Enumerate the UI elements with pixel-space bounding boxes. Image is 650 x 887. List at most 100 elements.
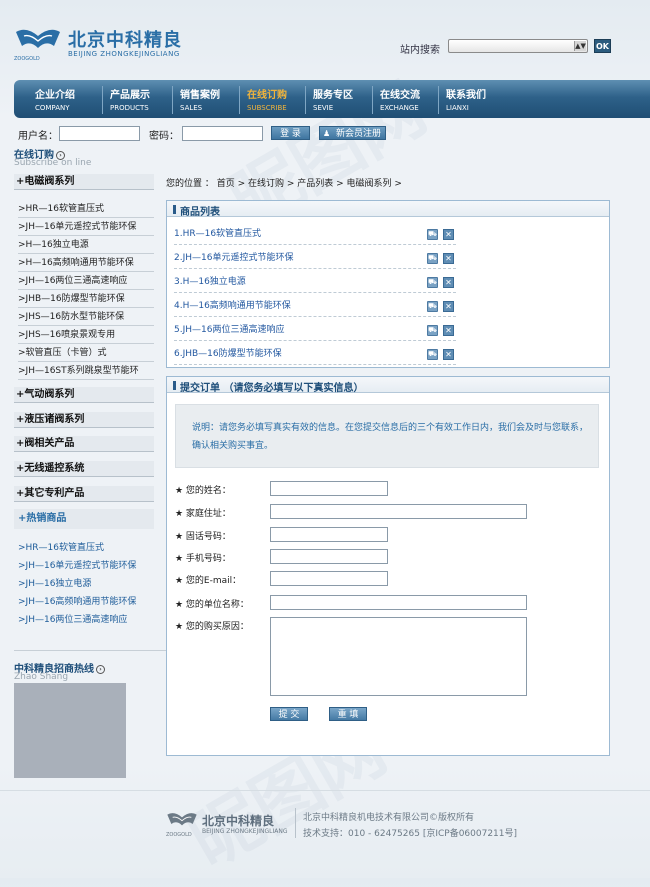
order-title: 提交订单 xyxy=(180,383,220,394)
cart-icon[interactable]: ⛟ xyxy=(427,325,438,336)
order-panel: 提交订单 （请您务必填写以下真实信息） 说明：请您务必填写真实有效的信息。在您提… xyxy=(166,376,610,756)
nav-item-products[interactable]: 产品展示 PRODUCTS xyxy=(102,86,150,114)
footer-logo-text: 北京中科精良 xyxy=(202,814,275,828)
cart-icon[interactable]: ⛟ xyxy=(427,277,438,288)
product-item[interactable]: 4.H—16高频响通用节能环保 xyxy=(174,295,456,317)
footer-divider xyxy=(0,790,650,791)
company-label: ★ 您的单位名称： xyxy=(175,600,249,610)
sidebar-item[interactable]: >JHS—16防水型节能环保 xyxy=(18,309,154,326)
delete-icon[interactable]: ✕ xyxy=(443,253,454,264)
footer-logo-text-en: BEIJING ZHONGKEJINGLIANG xyxy=(202,828,288,835)
nav-item-contact[interactable]: 联系我们 LIANXI xyxy=(438,86,486,114)
sidebar-category-solenoid[interactable]: +电磁阀系列 xyxy=(14,174,154,190)
user-icon: ♟ xyxy=(323,129,331,138)
hot-item[interactable]: >HR—16软管直压式 xyxy=(18,540,104,553)
divider xyxy=(14,650,166,651)
sidebar-category[interactable]: +无线遥控系统 xyxy=(14,461,154,477)
sidebar-category[interactable]: +液压诸阀系列 xyxy=(14,412,154,428)
sidebar-category[interactable]: +气动阀系列 xyxy=(14,387,154,403)
nav-item-sales[interactable]: 销售案例 SALES xyxy=(172,86,220,114)
hot-item[interactable]: >JH—16两位三通高速响应 xyxy=(18,612,127,625)
sidebar-item[interactable]: >JH—16两位三通高速响应 xyxy=(18,273,154,290)
reason-textarea[interactable] xyxy=(270,617,527,696)
sidebar-item[interactable]: >JH—16单元遥控式节能环保 xyxy=(18,219,154,236)
logo[interactable]: 北京中科精良 BEIJING ZHONGKEJINGLIANG ZOOGOLD xyxy=(14,26,194,62)
submit-button[interactable]: 提 交 xyxy=(270,707,308,721)
panel-title: 提交订单 （请您务必填写以下真实信息） xyxy=(180,379,363,394)
address-input[interactable] xyxy=(270,504,527,519)
search-button[interactable]: OK xyxy=(594,39,611,53)
sidebar-item[interactable]: >软管直压（卡管）式 xyxy=(18,345,154,362)
product-item[interactable]: 6.JHB—16防爆型节能环保 xyxy=(174,343,456,365)
register-button[interactable]: ♟ 新会员注册 xyxy=(319,126,386,140)
arrow-circle-icon: › xyxy=(96,665,105,674)
sidebar-category[interactable]: +其它专利产品 xyxy=(14,486,154,502)
cart-icon[interactable]: ⛟ xyxy=(427,253,438,264)
hot-item[interactable]: >JH—16单元遥控式节能环保 xyxy=(18,558,136,571)
sidebar-category[interactable]: +阀相关产品 xyxy=(14,436,154,452)
mobile-label: ★ 手机号码： xyxy=(175,554,231,564)
delete-icon[interactable]: ✕ xyxy=(443,277,454,288)
login-bar: 用户名： 密码： 登 录 ♟ 新会员注册 xyxy=(18,126,398,142)
hot-item[interactable]: >JH—16高频响通用节能环保 xyxy=(18,594,136,607)
sidebar-item[interactable]: >JHS—16喷泉景观专用 xyxy=(18,327,154,344)
hot-products-title: +热销商品 xyxy=(14,509,154,529)
footer-separator xyxy=(295,808,296,838)
phone-input[interactable] xyxy=(270,527,388,542)
name-input[interactable] xyxy=(270,481,388,496)
delete-icon[interactable]: ✕ xyxy=(443,325,454,336)
product-item[interactable]: 1.HR—16软管直压式 xyxy=(174,223,456,245)
delete-icon[interactable]: ✕ xyxy=(443,301,454,312)
reset-button[interactable]: 重 填 xyxy=(329,707,367,721)
name-label: ★ 您的姓名： xyxy=(175,486,231,496)
panel-header: 商品列表 xyxy=(167,201,609,218)
copyright-text: 北京中科精良机电技术有限公司©版权所有 xyxy=(303,813,475,823)
nav-item-exchange[interactable]: 在线交流 EXCHANGE xyxy=(372,86,420,114)
sidebar-item[interactable]: >JHB—16防爆型节能环保 xyxy=(18,291,154,308)
product-item[interactable]: 3.H—16独立电源 xyxy=(174,271,456,293)
logo-mark-text: ZOOGOLD xyxy=(14,56,40,62)
search-select[interactable]: ▲▼ xyxy=(448,39,588,53)
chevron-down-icon[interactable]: ▲▼ xyxy=(574,41,586,51)
cart-icon[interactable]: ⛟ xyxy=(427,229,438,240)
sidebar-item[interactable]: >H—16高频响通用节能环保 xyxy=(18,255,154,272)
search-label: 站内搜索 xyxy=(400,45,440,56)
email-label: ★ 您的E-mail： xyxy=(175,576,242,586)
email-input[interactable] xyxy=(270,571,388,586)
phone-label: ★ 固话号码： xyxy=(175,532,231,542)
footer-logo-mark-text: ZOOGOLD xyxy=(166,832,192,838)
footer-logo-icon xyxy=(167,813,197,826)
reason-label: ★ 您的购买原因： xyxy=(175,622,249,632)
cart-icon[interactable]: ⛟ xyxy=(427,349,438,360)
register-button-label: 新会员注册 xyxy=(335,129,381,139)
nav-item-company[interactable]: 企业介绍 COMPANY xyxy=(28,86,75,114)
mobile-input[interactable] xyxy=(270,549,388,564)
sidebar-item[interactable]: >JH—16ST系列跳泉型节能环 xyxy=(18,363,154,380)
hot-item[interactable]: >JH—16独立电源 xyxy=(18,576,91,589)
logo-text-en: BEIJING ZHONGKEJINGLIANG xyxy=(68,50,180,58)
header-bar-icon xyxy=(173,381,176,390)
delete-icon[interactable]: ✕ xyxy=(443,229,454,240)
sidebar-item[interactable]: >HR—16软管直压式 xyxy=(18,201,154,218)
sidebar-item[interactable]: >H—16独立电源 xyxy=(18,237,154,254)
header-bar-icon xyxy=(173,205,176,214)
panel-header: 提交订单 （请您务必填写以下真实信息） xyxy=(167,377,609,394)
product-list-panel: 商品列表 1.HR—16软管直压式 2.JH—16单元遥控式节能环保 3.H—1… xyxy=(166,200,610,368)
delete-icon[interactable]: ✕ xyxy=(443,349,454,360)
logo-mark-icon xyxy=(16,29,60,48)
username-input[interactable] xyxy=(59,126,140,141)
company-input[interactable] xyxy=(270,595,527,610)
nav-item-service[interactable]: 服务专区 SEVIE xyxy=(305,86,353,114)
product-item[interactable]: 5.JH—16两位三通高速响应 xyxy=(174,319,456,341)
password-input[interactable] xyxy=(182,126,263,141)
nav-item-subscribe[interactable]: 在线订购 SUBSCRIBE xyxy=(239,86,287,114)
cart-icon[interactable]: ⛟ xyxy=(427,301,438,312)
address-label: ★ 家庭住址： xyxy=(175,509,231,519)
password-label: 密码： xyxy=(149,131,179,142)
login-button[interactable]: 登 录 xyxy=(271,126,310,140)
panel-title: 商品列表 xyxy=(180,207,220,218)
breadcrumb: 您的位置 ： 首页 > 在线订购 > 产品列表 > 电磁阀系列 > xyxy=(166,179,402,189)
product-item[interactable]: 2.JH—16单元遥控式节能环保 xyxy=(174,247,456,269)
main-nav: 企业介绍 COMPANY 产品展示 PRODUCTS 销售案例 SALES 在线订购 S… xyxy=(14,80,650,118)
notice-text: 说明：请您务必填写真实有效的信息。在您提交信息后的三个有效工作日内，我们会及时与… xyxy=(192,423,589,451)
